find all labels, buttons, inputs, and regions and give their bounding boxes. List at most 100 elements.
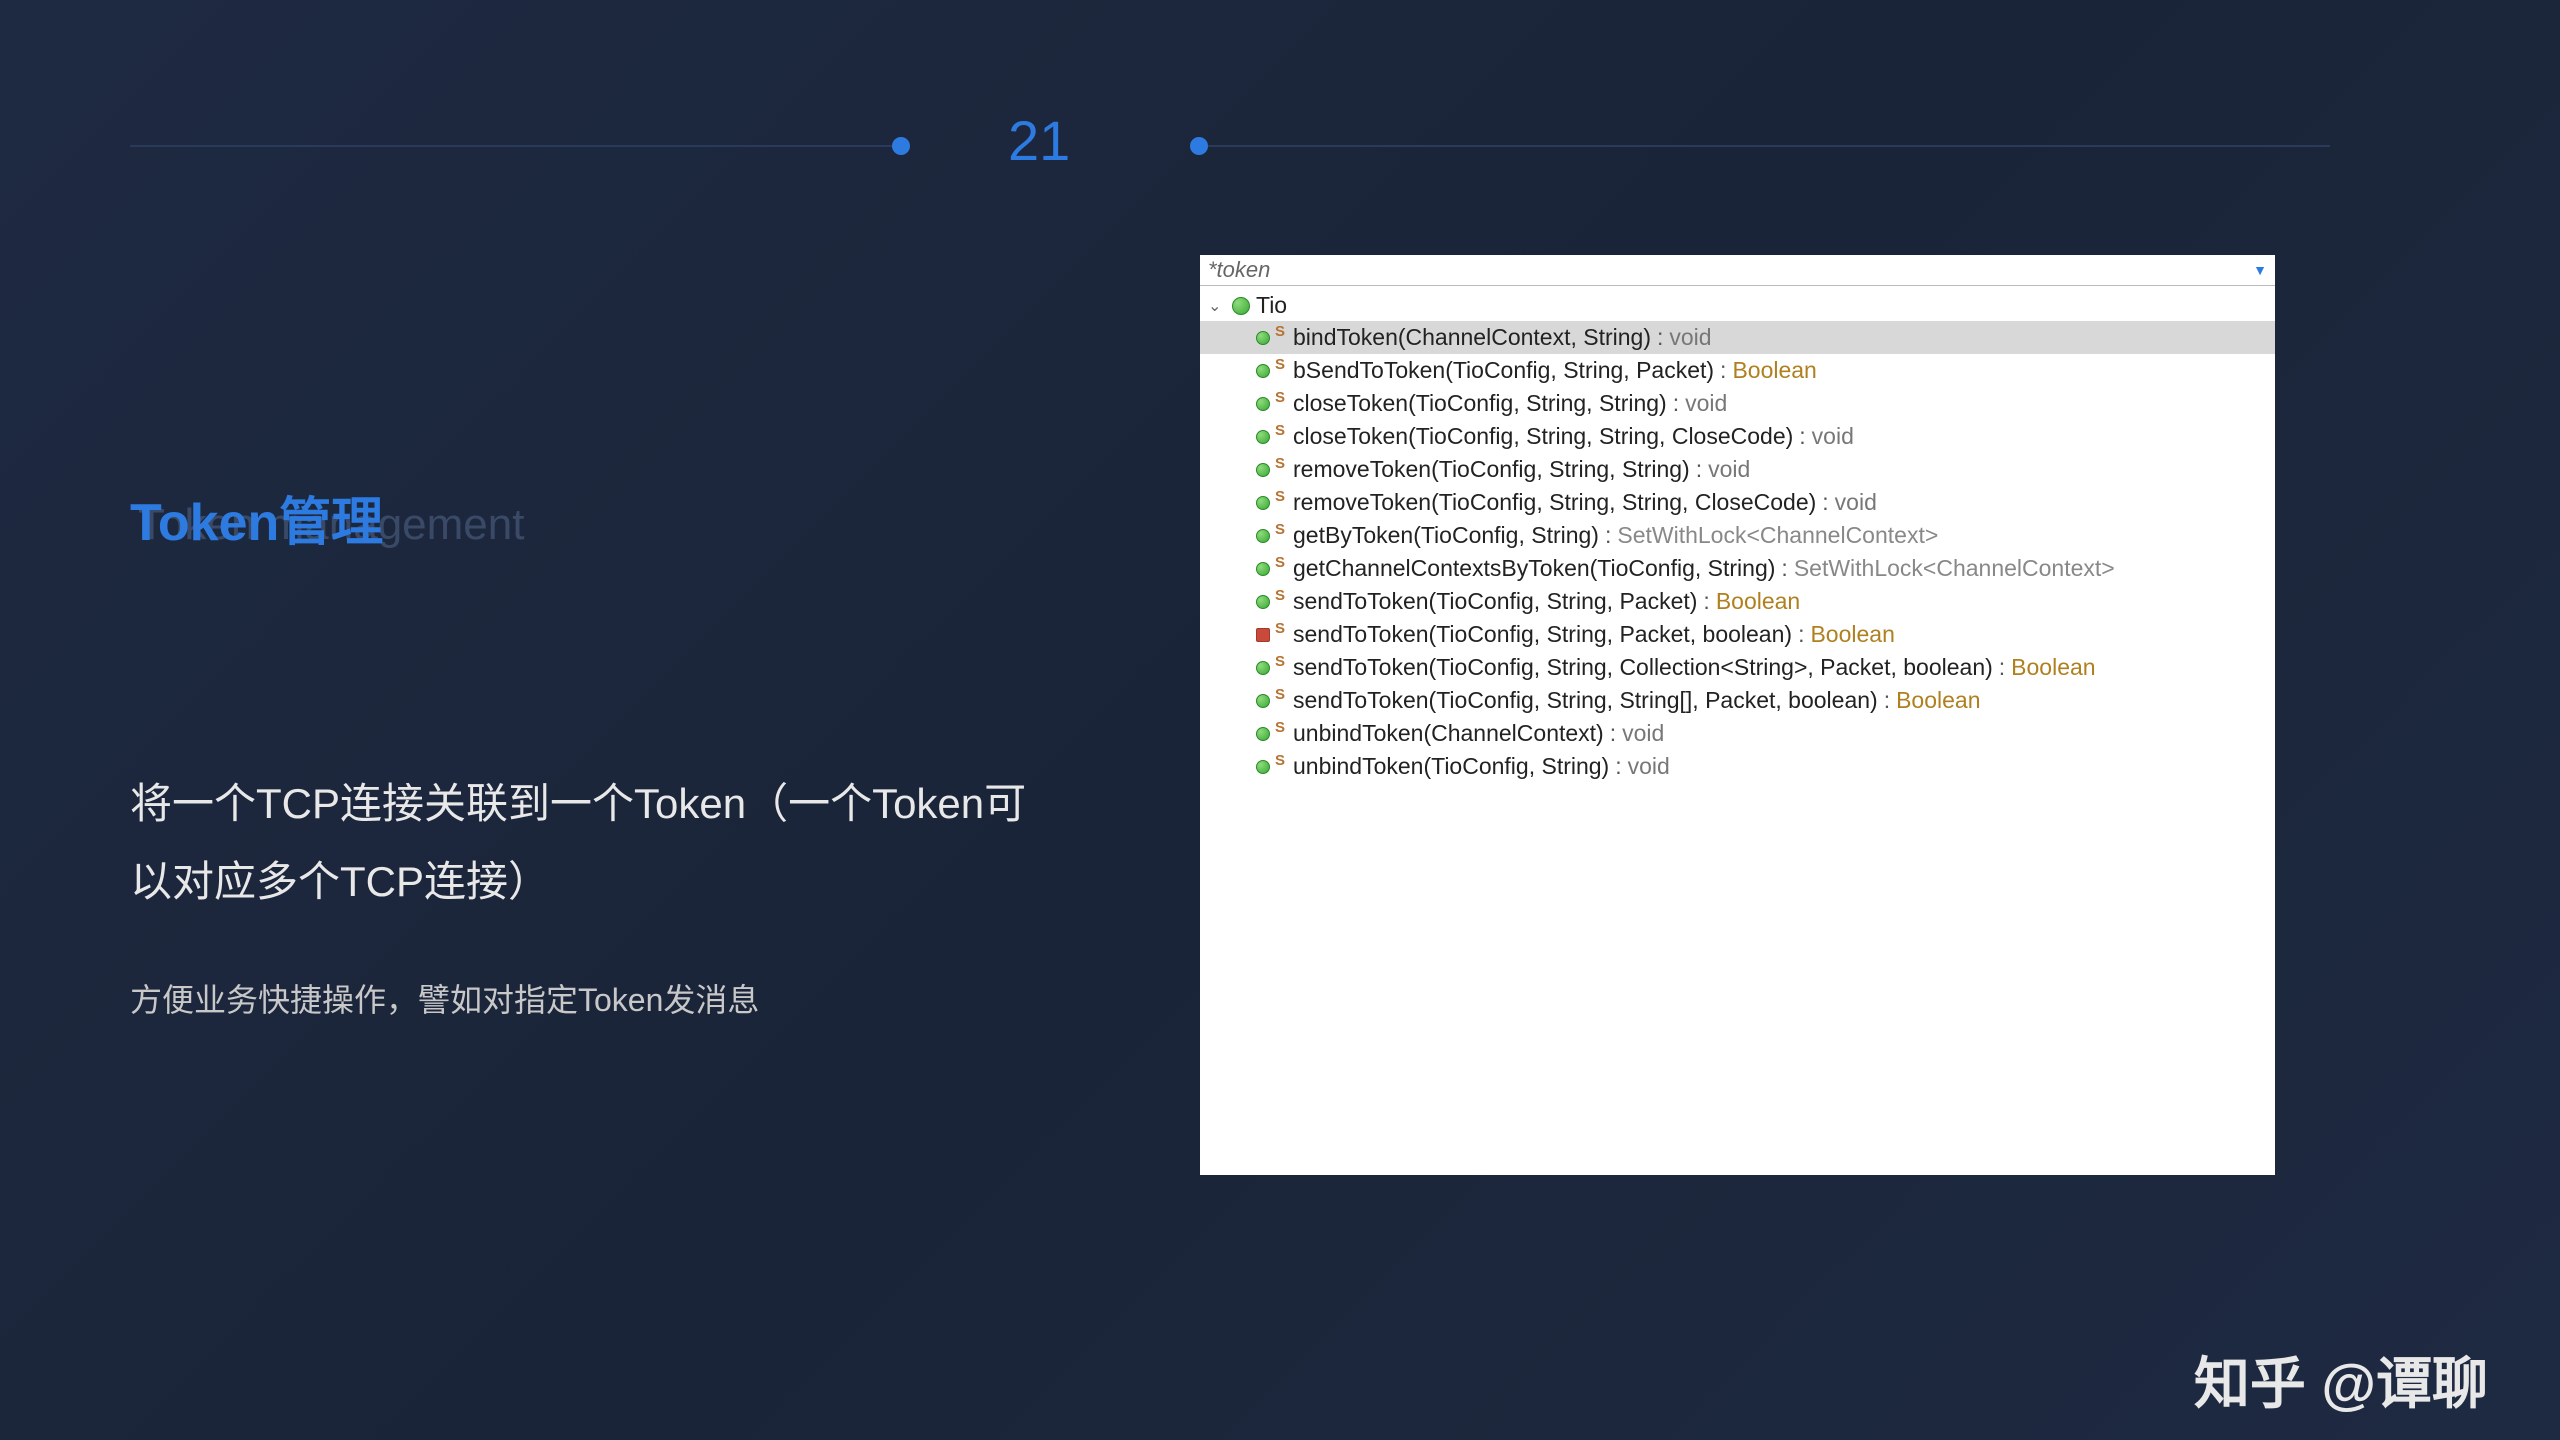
- return-type: SetWithLock<ChannelContext>: [1617, 522, 1938, 549]
- static-marker-icon: S: [1275, 686, 1285, 703]
- return-separator: :: [1605, 522, 1611, 549]
- return-separator: :: [1703, 588, 1709, 615]
- method-signature: sendToToken(TioConfig, String, Packet, b…: [1293, 621, 1792, 648]
- method-signature: getByToken(TioConfig, String): [1293, 522, 1599, 549]
- method-row[interactable]: SremoveToken(TioConfig, String, String) …: [1200, 453, 2275, 486]
- method-signature: removeToken(TioConfig, String, String, C…: [1293, 489, 1816, 516]
- method-visibility-icon: [1256, 661, 1270, 675]
- return-separator: :: [1781, 555, 1787, 582]
- search-input[interactable]: *token ▼: [1200, 255, 2275, 286]
- method-signature: bindToken(ChannelContext, String): [1293, 324, 1651, 351]
- method-visibility-icon: [1256, 397, 1270, 411]
- method-visibility-icon: [1256, 463, 1270, 477]
- return-type: void: [1622, 720, 1664, 747]
- method-signature: sendToToken(TioConfig, String, Packet): [1293, 588, 1697, 615]
- return-separator: :: [1673, 390, 1679, 417]
- static-marker-icon: S: [1275, 455, 1285, 472]
- class-row[interactable]: ⌄ Tio: [1200, 286, 2275, 321]
- method-signature: closeToken(TioConfig, String, String, Cl…: [1293, 423, 1793, 450]
- return-separator: :: [1610, 720, 1616, 747]
- return-type: Boolean: [1716, 588, 1800, 615]
- return-type: void: [1812, 423, 1854, 450]
- divider-left: [130, 145, 900, 147]
- return-separator: :: [1720, 357, 1726, 384]
- method-signature: unbindToken(ChannelContext): [1293, 720, 1604, 747]
- method-visibility-icon: [1256, 727, 1270, 741]
- static-marker-icon: S: [1275, 389, 1285, 406]
- code-outline-panel: *token ▼ ⌄ Tio SbindToken(ChannelContext…: [1200, 255, 2275, 1175]
- return-type: SetWithLock<ChannelContext>: [1794, 555, 2115, 582]
- return-type: Boolean: [1732, 357, 1816, 384]
- return-type: void: [1628, 753, 1670, 780]
- method-row[interactable]: ScloseToken(TioConfig, String, String) :…: [1200, 387, 2275, 420]
- method-row[interactable]: SsendToToken(TioConfig, String, String[]…: [1200, 684, 2275, 717]
- method-row[interactable]: SsendToToken(TioConfig, String, Packet) …: [1200, 585, 2275, 618]
- method-row[interactable]: SsendToToken(TioConfig, String, Collecti…: [1200, 651, 2275, 684]
- static-marker-icon: S: [1275, 620, 1285, 637]
- method-visibility-icon: [1256, 529, 1270, 543]
- method-signature: closeToken(TioConfig, String, String): [1293, 390, 1667, 417]
- return-type: void: [1835, 489, 1877, 516]
- return-separator: :: [1799, 423, 1805, 450]
- static-marker-icon: S: [1275, 356, 1285, 373]
- method-visibility-icon: [1256, 760, 1270, 774]
- method-row[interactable]: SbSendToToken(TioConfig, String, Packet)…: [1200, 354, 2275, 387]
- return-separator: :: [1696, 456, 1702, 483]
- return-type: void: [1708, 456, 1750, 483]
- method-row[interactable]: SsendToToken(TioConfig, String, Packet, …: [1200, 618, 2275, 651]
- left-content: Token management Token管理 将一个TCP连接关联到一个To…: [130, 480, 1030, 1021]
- method-signature: getChannelContextsByToken(TioConfig, Str…: [1293, 555, 1775, 582]
- method-signature: removeToken(TioConfig, String, String): [1293, 456, 1690, 483]
- method-row[interactable]: SbindToken(ChannelContext, String) : voi…: [1200, 321, 2275, 354]
- return-type: Boolean: [2011, 654, 2095, 681]
- search-text: *token: [1208, 257, 1270, 283]
- dropdown-caret-icon[interactable]: ▼: [2253, 262, 2267, 278]
- class-icon: [1232, 297, 1250, 315]
- return-separator: :: [1822, 489, 1828, 516]
- return-type: void: [1669, 324, 1711, 351]
- static-marker-icon: S: [1275, 521, 1285, 538]
- return-type: Boolean: [1810, 621, 1894, 648]
- method-signature: sendToToken(TioConfig, String, String[],…: [1293, 687, 1878, 714]
- method-row[interactable]: SunbindToken(TioConfig, String) : void: [1200, 750, 2275, 783]
- method-visibility-icon: [1256, 331, 1270, 345]
- method-row[interactable]: SgetChannelContextsByToken(TioConfig, St…: [1200, 552, 2275, 585]
- static-marker-icon: S: [1275, 719, 1285, 736]
- return-separator: :: [1999, 654, 2005, 681]
- method-row[interactable]: SunbindToken(ChannelContext) : void: [1200, 717, 2275, 750]
- method-visibility-icon: [1256, 364, 1270, 378]
- static-marker-icon: S: [1275, 323, 1285, 340]
- expand-icon[interactable]: ⌄: [1208, 296, 1226, 316]
- method-visibility-icon: [1256, 430, 1270, 444]
- method-visibility-icon: [1256, 595, 1270, 609]
- page-number: 21: [1008, 108, 1070, 173]
- description-main: 将一个TCP连接关联到一个Token（一个Token可以对应多个TCP连接）: [130, 765, 1030, 920]
- static-marker-icon: S: [1275, 488, 1285, 505]
- static-marker-icon: S: [1275, 587, 1285, 604]
- method-row[interactable]: SgetByToken(TioConfig, String) : SetWith…: [1200, 519, 2275, 552]
- return-separator: :: [1615, 753, 1621, 780]
- return-separator: :: [1798, 621, 1804, 648]
- return-separator: :: [1884, 687, 1890, 714]
- divider-right: [1200, 145, 2330, 147]
- watermark: 知乎 @谭聊: [2194, 1339, 2488, 1420]
- method-visibility-icon: [1256, 694, 1270, 708]
- method-visibility-icon: [1256, 628, 1270, 642]
- method-row[interactable]: SremoveToken(TioConfig, String, String, …: [1200, 486, 2275, 519]
- return-type: void: [1685, 390, 1727, 417]
- page-title: Token管理: [130, 480, 1030, 555]
- return-separator: :: [1657, 324, 1663, 351]
- method-signature: sendToToken(TioConfig, String, Collectio…: [1293, 654, 1993, 681]
- method-row[interactable]: ScloseToken(TioConfig, String, String, C…: [1200, 420, 2275, 453]
- description-sub: 方便业务快捷操作，譬如对指定Token发消息: [130, 975, 1030, 1021]
- method-visibility-icon: [1256, 496, 1270, 510]
- static-marker-icon: S: [1275, 752, 1285, 769]
- return-type: Boolean: [1896, 687, 1980, 714]
- method-signature: bSendToToken(TioConfig, String, Packet): [1293, 357, 1714, 384]
- class-name: Tio: [1256, 292, 1287, 319]
- static-marker-icon: S: [1275, 554, 1285, 571]
- static-marker-icon: S: [1275, 422, 1285, 439]
- method-visibility-icon: [1256, 562, 1270, 576]
- method-signature: unbindToken(TioConfig, String): [1293, 753, 1609, 780]
- static-marker-icon: S: [1275, 653, 1285, 670]
